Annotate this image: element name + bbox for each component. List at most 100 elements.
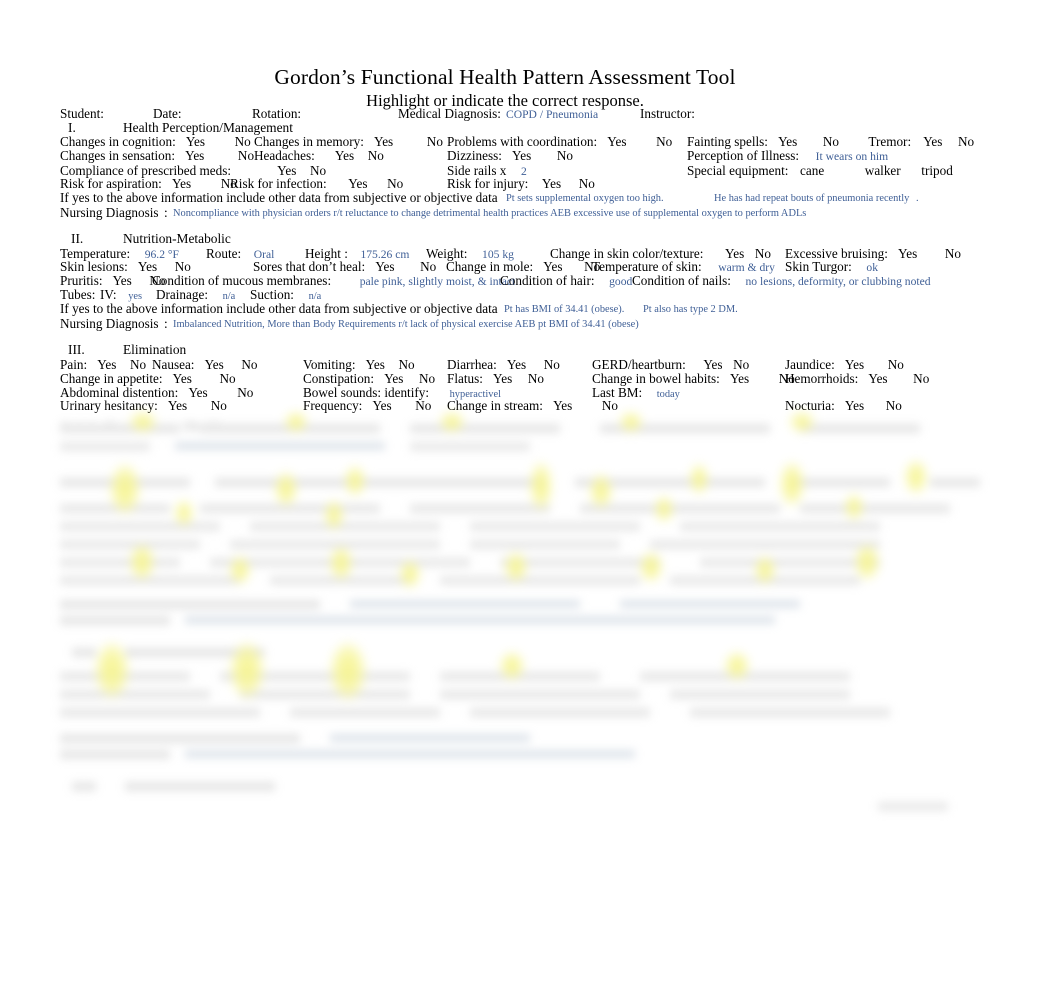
option-yes[interactable]: Yes (541, 176, 562, 191)
option-no[interactable]: No (387, 176, 403, 191)
section-2-nursing-diagnosis-label: Nursing Diagnosis (60, 316, 159, 331)
option-yes[interactable]: Yes (898, 246, 917, 261)
option-no[interactable]: No (957, 134, 975, 149)
field-label: Temperature of skin: (592, 259, 702, 274)
field-label: Hemorrhoids: (785, 371, 859, 386)
option-no[interactable]: No (174, 259, 192, 274)
field-label: Skin lesions: (60, 259, 128, 274)
section-1-other-data-value-3: . (916, 193, 919, 204)
option-no[interactable]: No (556, 148, 574, 163)
option-no[interactable]: No (414, 398, 432, 413)
option-no[interactable]: No (426, 134, 444, 149)
option-yes[interactable]: Yes (347, 176, 368, 191)
option-yes[interactable]: Yes (493, 371, 512, 386)
field-risk-for-infection: Risk for infection: Yes No (230, 176, 403, 191)
field-label: Nausea: (152, 357, 195, 372)
option-no[interactable]: No (236, 385, 254, 400)
option-yes[interactable]: Yes (507, 357, 526, 372)
section-2-other-data-label: If yes to the above information include … (60, 301, 498, 316)
obscured-content: Activity-Exercise rows illegible (0, 404, 1062, 824)
field-sores-that-dont-heal: Sores that don’t heal: Yes No (253, 259, 437, 274)
option-yes[interactable]: Yes (374, 134, 393, 149)
option-no[interactable]: No (527, 371, 545, 386)
option-no[interactable]: No (419, 259, 437, 274)
section-1-nursing-diagnosis-label: Nursing Diagnosis (60, 205, 159, 220)
field-label: Suction: (250, 287, 294, 302)
field-label: Risk for injury: (447, 176, 529, 191)
option-no[interactable]: No (129, 357, 147, 372)
field-label: Diarrhea: (447, 357, 497, 372)
field-constipation: Constipation: Yes No (303, 371, 436, 386)
field-label: Special equipment: (687, 163, 789, 178)
section-1-name: Health Perception/Management (123, 120, 293, 135)
field-pain: Pain: Yes No (60, 357, 147, 372)
option-yes[interactable]: Yes (335, 148, 354, 163)
field-label: Pain: (60, 357, 88, 372)
section-2-other-data-value-2: Pt also has type 2 DM. (643, 304, 738, 315)
option-no[interactable]: No (543, 357, 561, 372)
option-yes[interactable]: Yes (845, 357, 864, 372)
option-yes[interactable]: Yes (185, 148, 204, 163)
option-no[interactable]: No (601, 398, 619, 413)
option-yes[interactable]: Yes (512, 148, 531, 163)
option-no[interactable]: No (778, 371, 796, 386)
option-no[interactable]: No (944, 246, 962, 261)
option-yes[interactable]: Yes (384, 371, 403, 386)
option-no[interactable]: No (418, 371, 436, 386)
option-yes[interactable]: Yes (868, 371, 887, 386)
option-no[interactable]: No (210, 398, 228, 413)
document-subtitle: Highlight or indicate the correct respon… (366, 91, 644, 110)
option-no[interactable]: No (583, 259, 601, 274)
option-no[interactable]: No (218, 371, 236, 386)
option-yes[interactable]: Yes (138, 259, 157, 274)
option-yes[interactable]: Yes (205, 357, 224, 372)
option-no[interactable]: No (885, 398, 903, 413)
option-walker[interactable]: walker (865, 163, 901, 178)
option-yes[interactable]: Yes (97, 357, 116, 372)
option-no[interactable]: No (579, 176, 595, 191)
option-no[interactable]: No (912, 371, 930, 386)
field-label: Pruritis: (60, 273, 103, 288)
field-label: Change in bowel habits: (592, 371, 720, 386)
option-yes[interactable]: Yes (724, 246, 745, 261)
option-no[interactable]: No (367, 148, 385, 163)
section-1-other-data-label: If yes to the above information include … (60, 190, 498, 205)
field-flatus: Flatus: Yes No (447, 371, 545, 386)
option-yes[interactable]: Yes (543, 259, 562, 274)
option-no[interactable]: No (822, 134, 840, 149)
field-label: IV: (100, 287, 117, 302)
section-2-nursing-diagnosis-value: Imbalanced Nutrition, More than Body Req… (173, 319, 639, 330)
field-change-in-appetite: Change in appetite: Yes No (60, 371, 237, 386)
option-yes[interactable]: Yes (173, 371, 192, 386)
option-yes[interactable]: Yes (113, 273, 132, 288)
option-no[interactable]: No (148, 273, 166, 288)
field-change-in-bowel-habits: Change in bowel habits: Yes No (592, 371, 796, 386)
option-no[interactable]: No (397, 357, 415, 372)
field-value: It wears on him (815, 150, 889, 163)
instructor-label: Instructor: (640, 106, 695, 121)
option-no[interactable]: No (234, 134, 252, 149)
option-no[interactable]: No (655, 134, 673, 149)
option-no[interactable]: No (240, 357, 258, 372)
medical-diagnosis-label: Medical Diagnosis: (398, 106, 501, 121)
option-no[interactable]: No (309, 163, 327, 178)
field-label: Skin Turgor: (785, 259, 852, 274)
option-yes[interactable]: Yes (375, 259, 394, 274)
option-yes[interactable]: Yes (186, 134, 205, 149)
option-cane[interactable]: cane (800, 163, 824, 178)
option-yes[interactable]: Yes (366, 357, 385, 372)
option-yes[interactable]: Yes (702, 357, 723, 372)
option-yes[interactable]: Yes (923, 134, 942, 149)
option-no[interactable]: No (887, 357, 905, 372)
option-yes[interactable]: Yes (730, 371, 749, 386)
field-changes-in-memory: Changes in memory: Yes No (254, 134, 444, 149)
option-no[interactable]: No (733, 357, 749, 372)
option-no[interactable]: No (220, 176, 238, 191)
field-dizziness: Dizziness: Yes No (447, 148, 574, 163)
obscured-lower-region: Activity-Exercise rows illegible (0, 404, 1062, 824)
option-yes[interactable]: Yes (778, 134, 797, 149)
option-no[interactable]: No (237, 148, 255, 163)
option-yes[interactable]: Yes (172, 176, 191, 191)
option-yes[interactable]: Yes (607, 134, 626, 149)
option-tripod[interactable]: tripod (921, 163, 953, 178)
